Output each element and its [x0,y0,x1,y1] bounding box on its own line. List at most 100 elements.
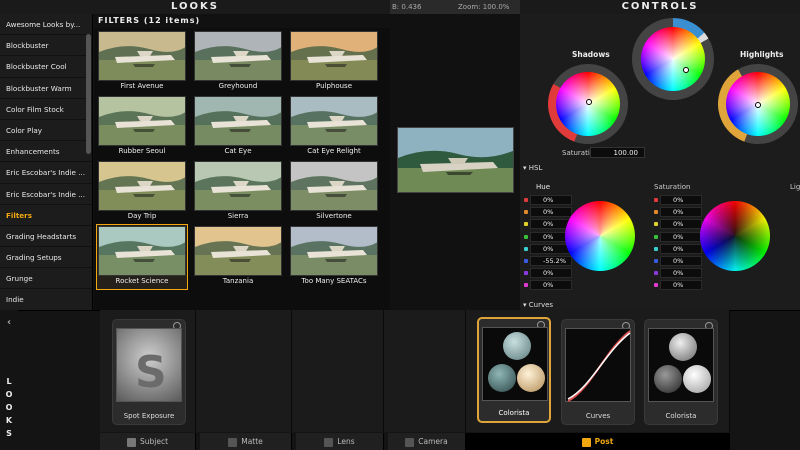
filter-item[interactable]: Rocket Science [96,224,188,290]
midtones-wheel-center [641,27,705,91]
app-root: LOOKS B: 0.436 Zoom: 100.0% CONTROLS Awe… [0,0,800,450]
filter-item[interactable]: Day Trip [97,160,187,224]
sidebar-item[interactable]: Color Play [0,120,92,142]
tab-lens[interactable]: Lens [296,433,384,450]
filter-thumbnail [194,96,282,146]
hue-wheel-center [565,201,635,271]
filter-label: Cat Eye [224,147,252,155]
saturation-value-field[interactable]: 0% [660,195,702,205]
sidebar-item[interactable]: Eric Escobar's Indie ... [0,162,92,184]
camera-icon [405,437,415,447]
tab-matte[interactable]: Matte [200,433,292,450]
filter-item[interactable]: First Avenue [97,30,187,94]
sidebar-item[interactable]: Grading Headstarts [0,226,92,248]
sidebar-item[interactable]: Filters [0,205,92,226]
tab-subject[interactable]: Subject [100,433,196,450]
filter-item[interactable]: Sierra [193,160,283,224]
saturation-swatch [654,246,658,251]
vertical-letter: O [5,403,13,412]
hue-value-field[interactable]: 0% [530,280,572,291]
hue-swatch [524,222,528,227]
saturation-swatch [654,234,658,239]
filter-thumbnail [98,96,186,146]
filter-item[interactable]: Greyhound [193,30,283,94]
hue-value-field[interactable]: 0% [530,195,572,205]
card-label: Spot Exposure [123,412,175,420]
sidebar-item[interactable]: Color Film Stock [0,99,92,120]
sidebar-item[interactable]: Blockbuster [0,35,92,57]
hue-swatch [524,198,528,202]
midtone-ball [503,332,531,360]
saturation-swatch [654,259,658,263]
curves-toggle[interactable]: ▾ Curves [523,301,553,309]
filter-label: Tanzania [222,277,254,285]
hsl-label: HSL [528,164,543,172]
filter-thumbnail [290,226,378,276]
sidebar-item[interactable]: Awesome Looks by... [0,14,92,36]
hue-swatch [524,210,528,215]
filter-label: First Avenue [120,82,164,90]
tab-camera[interactable]: Camera [388,433,466,450]
highlights-puck[interactable] [755,102,761,108]
tool-card-curves[interactable]: Curves [561,319,635,425]
shadows-puck[interactable] [586,99,592,105]
shadow-ball [488,364,516,392]
hsl-toggle[interactable]: ▾ HSL [523,164,542,172]
vertical-letter: K [5,416,13,425]
collapse-chevron-icon[interactable]: ‹ [0,316,18,329]
filter-item[interactable]: Pulphouse [289,30,379,94]
slot-lens [292,310,384,432]
filter-item[interactable]: Rubber Seoul [97,95,187,159]
tool-card-colorista-selected[interactable]: Colorista [477,317,551,423]
card-label: Colorista [665,412,697,420]
filter-label: Rocket Science [115,277,169,285]
lightness-column-label: Lig [790,183,800,191]
sidebar-item[interactable]: Indie [0,289,92,310]
stage-tabs: Subject Matte Lens Camera Post [100,433,730,450]
filter-thumbnail [194,31,282,81]
hue-label: Hue [536,183,551,191]
sidebar-item[interactable]: Eric Escobar's Indie ... [0,184,92,205]
tool-card-colorista[interactable]: Colorista [644,319,718,425]
saturation-value-field[interactable]: 0% [660,256,702,266]
saturation-value-field[interactable]: 0% [660,207,702,218]
saturation-value-field[interactable]: 0% [660,280,702,291]
zoom-readout: Zoom: 100.0% [458,3,510,11]
hue-value-field[interactable]: 0% [530,207,572,218]
shadows-label: Shadows [572,50,610,59]
hue-value-field[interactable]: 0% [530,268,572,279]
filter-thumbnail [290,161,378,211]
filter-item[interactable]: Silvertone [289,160,379,224]
svg-text:S: S [135,347,167,398]
filter-item[interactable]: Too Many SEATACs [289,225,379,289]
hue-swatch [524,283,528,288]
vertical-letter: S [6,429,12,438]
midtones-puck[interactable] [683,67,689,73]
sidebar-item[interactable]: Grading Setups [0,247,92,269]
saturation-value-field[interactable]: 0% [660,268,702,279]
hue-value-field[interactable]: -55.2% [530,256,572,266]
hue-swatch [524,246,528,251]
sidebar-item[interactable]: Enhancements [0,141,92,163]
tool-card-spot-exposure[interactable]: S Spot Exposure [112,319,186,425]
sidebar-item[interactable]: Grunge [0,268,92,290]
sidebar-item[interactable]: Blockbuster Warm [0,78,92,99]
filter-item[interactable]: Cat Eye [193,95,283,159]
tab-post[interactable]: Post [466,433,730,450]
tab-label: Camera [418,437,448,446]
filters-title: FILTERS (12 items) [94,14,390,28]
card-label: Colorista [498,409,530,417]
filter-item[interactable]: Tanzania [193,225,283,289]
card-label: Curves [585,412,611,420]
filter-thumbnail [98,31,186,81]
saturation-value-field[interactable]: 0% [660,219,702,230]
sidebar-item[interactable]: Blockbuster Cool [0,56,92,78]
saturation-value-field[interactable]: 0% [660,231,702,242]
sidebar-scrollbar[interactable] [86,34,91,154]
saturation-swatch [654,271,658,276]
saturation-field[interactable]: 100.00 [590,147,645,158]
filter-label: Day Trip [127,212,157,220]
saturation-swatch [654,210,658,215]
filter-item[interactable]: Cat Eye Relight [289,95,379,159]
saturation-value-field[interactable]: 0% [660,243,702,254]
